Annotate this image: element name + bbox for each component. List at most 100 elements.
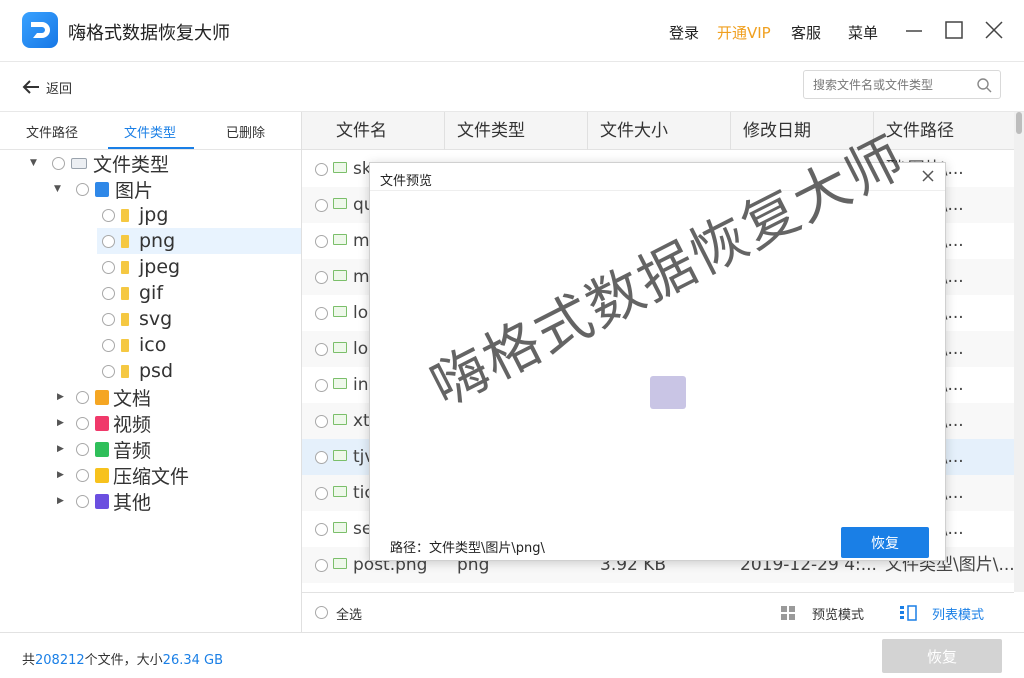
tree-item-png[interactable]: png — [97, 228, 301, 254]
tree-radio[interactable] — [76, 442, 89, 456]
maximize-button[interactable] — [940, 16, 968, 44]
caret-right-icon[interactable]: ▶ — [57, 470, 67, 480]
dialog-restore-button[interactable]: 恢复 — [841, 527, 929, 558]
image-file-icon — [333, 414, 347, 425]
tree-radio[interactable] — [76, 182, 89, 196]
row-radio[interactable] — [315, 451, 328, 464]
search-icon[interactable] — [976, 77, 992, 93]
status-mid: 个文件，大小 — [84, 653, 163, 668]
tree-item-psd[interactable]: psd — [102, 358, 173, 384]
image-file-icon — [333, 198, 347, 209]
tree-item-jpg[interactable]: jpg — [102, 202, 168, 228]
row-radio[interactable] — [315, 199, 328, 212]
tree-radio[interactable] — [102, 260, 115, 274]
tree-label: 其他 — [113, 491, 152, 514]
tree-radio[interactable] — [52, 156, 65, 170]
status-prefix: 共 — [22, 653, 36, 668]
tab-file-type[interactable]: 文件类型 — [124, 122, 176, 141]
row-radio[interactable] — [315, 487, 328, 500]
other-file-icon — [95, 493, 109, 509]
minimize-button[interactable] — [900, 16, 928, 44]
drive-icon — [71, 157, 87, 169]
caret-down-icon[interactable]: ▼ — [54, 184, 64, 194]
row-radio[interactable] — [315, 559, 328, 572]
audio-icon — [95, 441, 109, 457]
tree-item-gif[interactable]: gif — [102, 280, 163, 306]
tree-radio[interactable] — [76, 468, 89, 482]
image-file-icon — [333, 558, 347, 569]
tree-item-ico[interactable]: ico — [102, 332, 166, 358]
folder-icon — [121, 208, 129, 222]
grid-view-icon[interactable] — [780, 605, 796, 621]
tab-deleted[interactable]: 已删除 — [226, 122, 265, 141]
close-button[interactable] — [980, 16, 1008, 44]
row-radio[interactable] — [315, 379, 328, 392]
app-title: 嗨格式数据恢复大师 — [68, 23, 230, 44]
restore-button[interactable]: 恢复 — [882, 639, 1002, 673]
row-radio[interactable] — [315, 523, 328, 536]
menu-link[interactable]: 菜单 — [848, 22, 878, 43]
tree-radio[interactable] — [76, 416, 89, 430]
select-all-label[interactable]: 全选 — [336, 604, 362, 623]
total-size: 26.34 GB — [162, 653, 224, 668]
select-all-radio[interactable] — [315, 606, 328, 619]
caret-right-icon[interactable]: ▶ — [57, 418, 67, 428]
tree-radio[interactable] — [102, 208, 115, 222]
column-header-size[interactable]: 文件大小 — [588, 112, 731, 150]
tree-radio[interactable] — [102, 286, 115, 300]
row-radio[interactable] — [315, 163, 328, 176]
tree-label: 图片 — [115, 179, 154, 202]
scrollbar-thumb[interactable] — [1016, 112, 1022, 134]
caret-right-icon[interactable]: ▶ — [57, 392, 67, 402]
row-radio[interactable] — [315, 307, 328, 320]
table-header: 文件名 文件类型 文件大小 修改日期 文件路径 — [302, 112, 1014, 150]
folder-icon — [121, 338, 129, 352]
tree-label: jpg — [139, 204, 169, 226]
column-header-type[interactable]: 文件类型 — [445, 112, 588, 150]
vip-link[interactable]: 开通VIP — [717, 22, 771, 43]
tree-item-jpeg[interactable]: jpeg — [102, 254, 180, 280]
tab-file-path[interactable]: 文件路径 — [26, 122, 78, 141]
list-mode-button[interactable]: 列表模式 — [932, 604, 984, 623]
status-bar: 共208212个文件，大小26.34 GB 恢复 — [0, 632, 1024, 678]
column-header-path[interactable]: 文件路径 — [874, 112, 1014, 150]
tree-item-video[interactable]: ▶ 视频 — [57, 410, 151, 436]
tree-item-other[interactable]: ▶ 其他 — [57, 488, 151, 514]
tree-item-images[interactable]: ▼ 图片 — [54, 176, 153, 202]
caret-right-icon[interactable]: ▶ — [57, 496, 67, 506]
tree-item-file-type[interactable]: ▼ 文件类型 — [30, 150, 169, 176]
tree-label: 文档 — [113, 387, 152, 410]
service-link[interactable]: 客服 — [791, 22, 821, 43]
list-view-icon[interactable] — [899, 605, 917, 621]
tree-radio[interactable] — [76, 494, 89, 508]
column-header-name[interactable]: 文件名 — [302, 112, 445, 150]
minimize-icon — [906, 30, 922, 32]
caret-down-icon[interactable]: ▼ — [30, 158, 40, 168]
back-button[interactable]: 返回 — [22, 76, 72, 98]
column-header-date[interactable]: 修改日期 — [731, 112, 874, 150]
preview-mode-button[interactable]: 预览模式 — [812, 604, 864, 623]
tree-item-svg[interactable]: svg — [102, 306, 172, 332]
search-input[interactable] — [804, 71, 964, 98]
close-icon[interactable] — [921, 169, 935, 183]
tree-radio[interactable] — [102, 312, 115, 326]
folder-icon — [121, 260, 129, 274]
tree-radio[interactable] — [102, 338, 115, 352]
vertical-scrollbar[interactable] — [1014, 112, 1024, 592]
row-radio[interactable] — [315, 235, 328, 248]
login-link[interactable]: 登录 — [669, 22, 699, 43]
tree-radio[interactable] — [76, 390, 89, 404]
title-bar: 嗨格式数据恢复大师 登录 开通VIP 客服 菜单 — [0, 0, 1024, 62]
back-label: 返回 — [46, 81, 73, 97]
row-radio[interactable] — [315, 415, 328, 428]
image-file-icon — [333, 378, 347, 389]
image-folder-icon — [95, 181, 109, 197]
tree-item-archives[interactable]: ▶ 压缩文件 — [57, 462, 189, 488]
row-radio[interactable] — [315, 271, 328, 284]
tree-item-documents[interactable]: ▶ 文档 — [57, 384, 151, 410]
caret-right-icon[interactable]: ▶ — [57, 444, 67, 454]
tree-radio[interactable] — [102, 234, 115, 248]
row-radio[interactable] — [315, 343, 328, 356]
tree-item-audio[interactable]: ▶ 音频 — [57, 436, 151, 462]
tree-radio[interactable] — [102, 364, 115, 378]
